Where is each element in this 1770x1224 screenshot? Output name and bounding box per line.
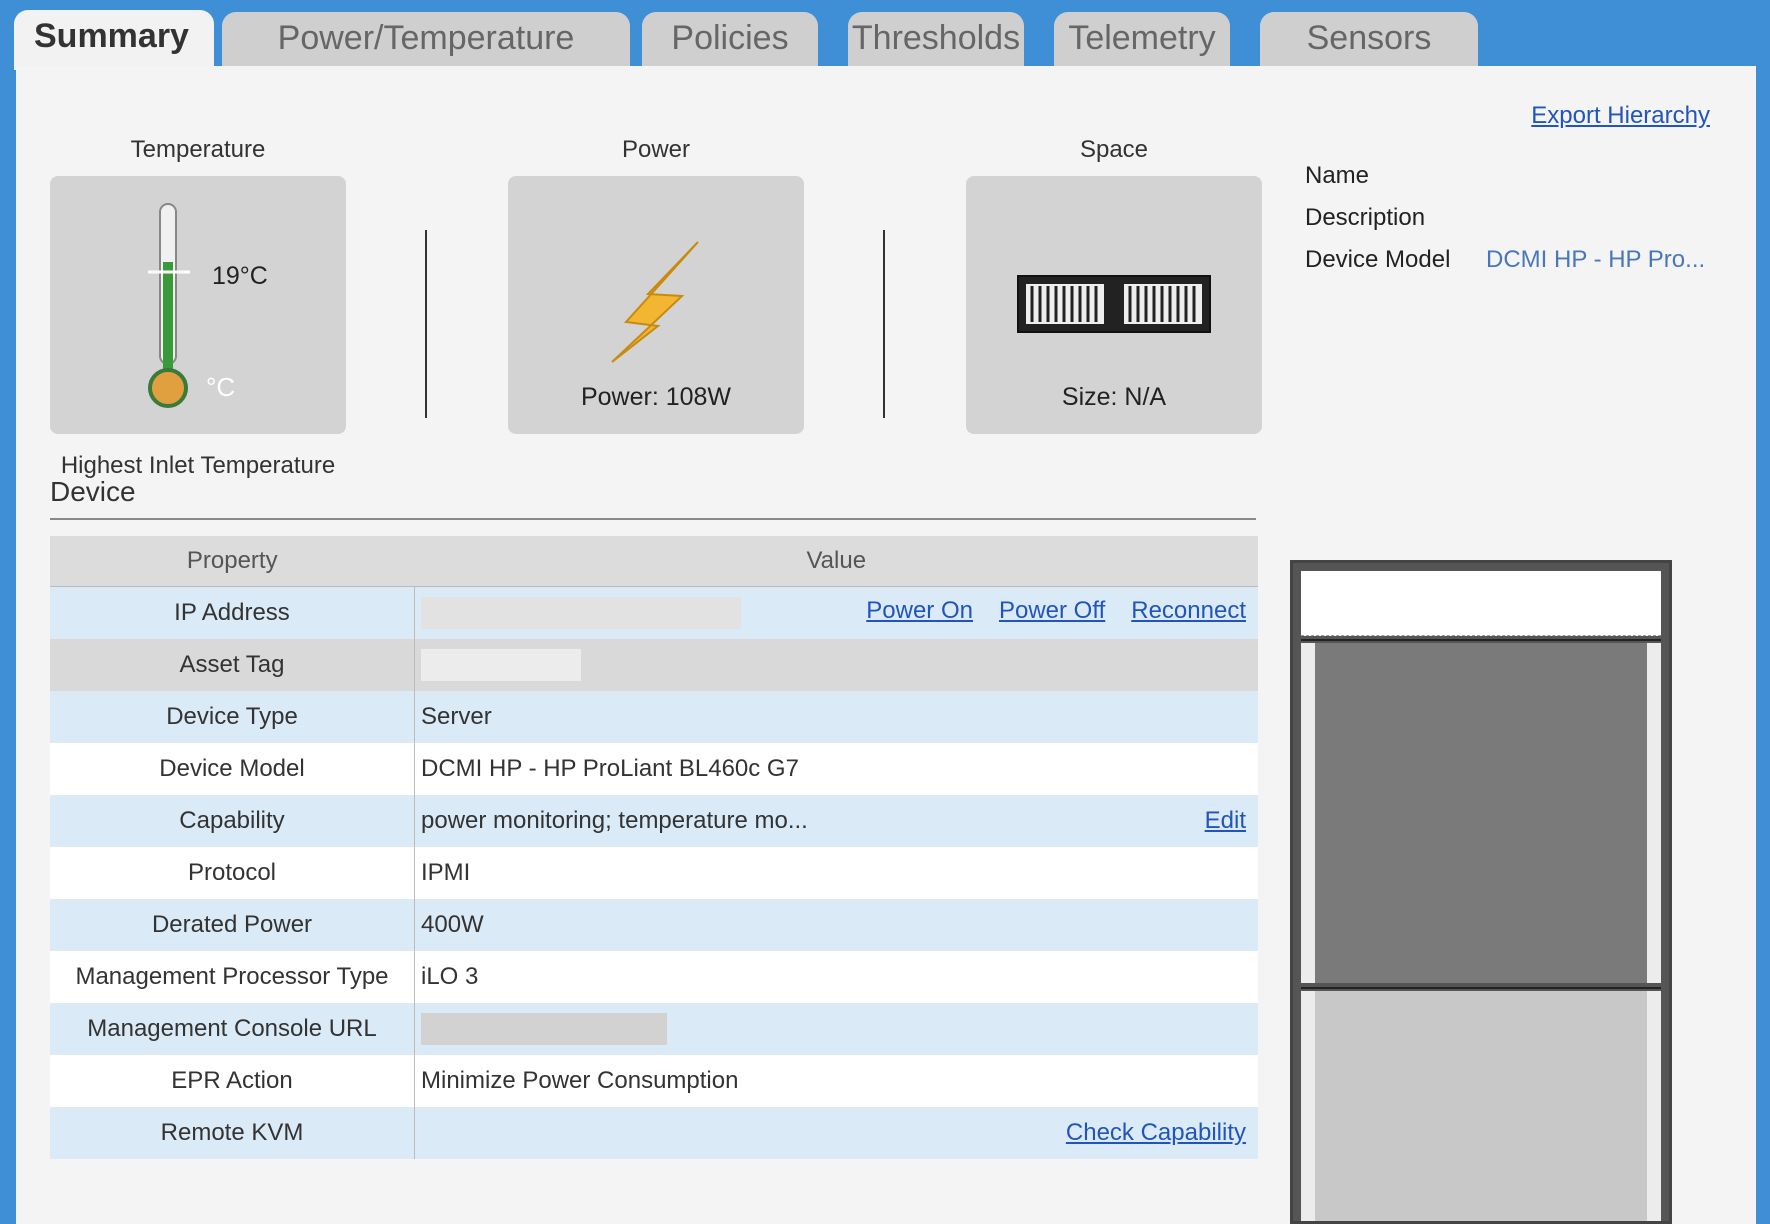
- ip-address-value: Reconnect Power Off Power On: [414, 586, 1258, 639]
- value-cell: Server: [414, 691, 1258, 743]
- rack-slot-occupied[interactable]: [1315, 643, 1647, 983]
- tab-label: Telemetry: [1068, 19, 1216, 57]
- tab-label: Summary: [34, 17, 189, 55]
- tab-power-temperature[interactable]: Power/Temperature: [222, 12, 630, 68]
- value-cell: 400W: [414, 899, 1258, 951]
- rack-view: [1290, 560, 1672, 1224]
- edit-link[interactable]: Edit: [1205, 807, 1246, 835]
- table-row: Derated Power 400W: [50, 899, 1258, 951]
- property-cell: Asset Tag: [50, 639, 415, 691]
- section-divider: [50, 518, 1256, 520]
- capability-value: power monitoring; temperature mo... Edit: [414, 795, 1258, 847]
- rack-unit[interactable]: [1301, 991, 1661, 1221]
- table-row: Device Type Server: [50, 691, 1258, 743]
- table-row: Remote KVM Check Capability: [50, 1107, 1258, 1159]
- property-cell: Management Processor Type: [50, 951, 415, 1003]
- check-capability-link[interactable]: Check Capability: [1066, 1119, 1246, 1147]
- device-model-value[interactable]: DCMI HP - HP Pro...: [1486, 246, 1705, 274]
- tab-label: Thresholds: [851, 19, 1021, 57]
- temperature-tile: 19°C °C: [50, 176, 346, 434]
- remote-kvm-value: Check Capability: [414, 1107, 1258, 1159]
- asset-tag-value: [414, 639, 1258, 691]
- redacted-value: [421, 597, 741, 629]
- property-cell: EPR Action: [50, 1055, 415, 1107]
- tab-policies[interactable]: Policies: [642, 12, 818, 68]
- space-caption: Size: N/A: [1061, 383, 1167, 411]
- property-cell: Device Model: [50, 743, 415, 795]
- table-row: Protocol IPMI: [50, 847, 1258, 899]
- rack-divider: [1301, 639, 1661, 641]
- value-header: Value: [414, 536, 1258, 587]
- value-cell: IPMI: [414, 847, 1258, 899]
- divider: [425, 230, 427, 418]
- table-row: Asset Tag: [50, 639, 1258, 691]
- divider: [883, 230, 885, 418]
- summary-panel: Export Hierarchy Temperature Power Space…: [16, 66, 1756, 1224]
- tab-label: Power/Temperature: [277, 19, 575, 57]
- property-cell: Derated Power: [50, 899, 415, 951]
- property-cell: Device Type: [50, 691, 415, 743]
- device-model-label: Device Model: [1305, 246, 1451, 273]
- description-label: Description: [1305, 204, 1426, 231]
- export-hierarchy-link[interactable]: Export Hierarchy: [1531, 102, 1710, 130]
- power-on-link[interactable]: Power On: [866, 597, 973, 625]
- tab-bar: Summary Power/Temperature Policies Thres…: [0, 0, 1770, 70]
- rack-header: [1301, 571, 1661, 636]
- tab-label: Policies: [671, 19, 789, 57]
- value-cell: power monitoring; temperature mo...: [421, 807, 808, 834]
- value-cell: iLO 3: [414, 951, 1258, 1003]
- tab-thresholds[interactable]: Thresholds: [848, 12, 1024, 68]
- table-row: IP Address Reconnect Power Off Power On: [50, 586, 1258, 639]
- reconnect-link[interactable]: Reconnect: [1131, 597, 1246, 625]
- power-label: Power: [621, 136, 691, 163]
- temperature-reading: 19°C: [212, 262, 268, 290]
- space-label: Space: [1079, 136, 1149, 163]
- tab-telemetry[interactable]: Telemetry: [1054, 12, 1230, 68]
- property-cell: Capability: [50, 795, 415, 847]
- management-console-url-value: [414, 1003, 1258, 1055]
- table-row: Device Model DCMI HP - HP ProLiant BL460…: [50, 743, 1258, 795]
- property-cell: Management Console URL: [50, 1003, 415, 1055]
- rack-unit[interactable]: [1301, 643, 1661, 983]
- thermometer-icon: [148, 203, 190, 408]
- property-cell: Protocol: [50, 847, 415, 899]
- device-section-title: Device: [50, 476, 136, 507]
- name-label: Name: [1305, 162, 1370, 189]
- redacted-value: [421, 649, 581, 681]
- power-caption: Power: 108W: [580, 383, 732, 411]
- temperature-label: Temperature: [130, 136, 266, 163]
- property-cell: Remote KVM: [50, 1107, 415, 1159]
- tab-sensors[interactable]: Sensors: [1260, 12, 1478, 68]
- value-cell: Minimize Power Consumption: [414, 1055, 1258, 1107]
- tab-summary[interactable]: Summary: [14, 10, 214, 70]
- table-row: Management Console URL: [50, 1003, 1258, 1055]
- rack-slot-empty[interactable]: [1315, 991, 1647, 1221]
- power-off-link[interactable]: Power Off: [999, 597, 1105, 625]
- rack-divider: [1301, 987, 1661, 989]
- power-tile: Power: 108W: [508, 176, 804, 434]
- redacted-value: [421, 1013, 667, 1045]
- tab-label: Sensors: [1306, 19, 1432, 57]
- property-cell: IP Address: [50, 586, 415, 639]
- table-row: Management Processor Type iLO 3: [50, 951, 1258, 1003]
- value-cell: DCMI HP - HP ProLiant BL460c G7: [414, 743, 1258, 795]
- table-row: Capability power monitoring; temperature…: [50, 795, 1258, 847]
- table-row: EPR Action Minimize Power Consumption: [50, 1055, 1258, 1107]
- temperature-unit: °C: [206, 372, 236, 402]
- property-header: Property: [50, 536, 415, 587]
- space-tile: Size: N/A: [966, 176, 1262, 434]
- device-properties-table: Property Value IP Address Reconnect Powe…: [50, 536, 1258, 1159]
